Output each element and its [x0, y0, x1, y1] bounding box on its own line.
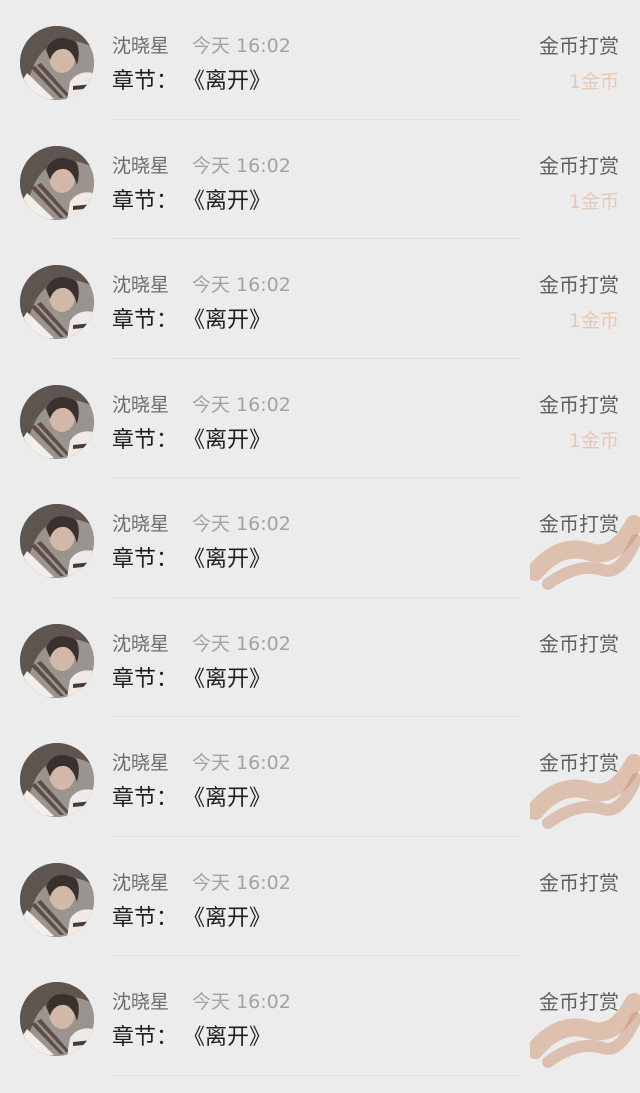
- user-name: 沈晓星: [112, 35, 170, 57]
- user-avatar-image[interactable]: [20, 504, 94, 578]
- chapter-title[interactable]: 《离开》: [194, 786, 271, 811]
- user-avatar-image[interactable]: [20, 265, 94, 339]
- user-name: 沈晓星: [112, 752, 170, 774]
- reward-time: 今天 16:02: [192, 991, 291, 1013]
- chapter-label: 章节：: [112, 1025, 179, 1050]
- chapter-title[interactable]: 《离开》: [194, 906, 271, 931]
- chapter-info: 章节： 《离开》: [112, 546, 271, 574]
- reward-list: 沈晓星 今天 16:02 章节： 《离开》 金币打赏 1金币 沈晓星 今天 16:…: [0, 0, 640, 1093]
- chapter-info: 章节： 《离开》: [112, 188, 271, 216]
- chapter-info: 章节： 《离开》: [112, 68, 271, 96]
- reward-amount: 1金币: [568, 71, 619, 93]
- reward-type: 金币打赏: [539, 273, 619, 297]
- chapter-title[interactable]: 《离开》: [194, 308, 271, 333]
- list-item[interactable]: 沈晓星 今天 16:02 章节： 《离开》 金币打赏 1金币: [0, 239, 640, 359]
- list-item[interactable]: 沈晓星 今天 16:02 章节： 《离开》 金币打赏: [0, 598, 640, 717]
- reward-type: 金币打赏: [539, 153, 619, 178]
- chapter-info: 章节： 《离开》: [112, 307, 271, 335]
- chapter-title[interactable]: 《离开》: [194, 547, 271, 572]
- chapter-label: 章节：: [112, 427, 179, 453]
- user-avatar-image[interactable]: [20, 862, 94, 937]
- user-name: 沈晓星: [112, 871, 170, 894]
- reward-amount: 1金币: [568, 190, 619, 213]
- user-name: 沈晓星: [112, 274, 170, 296]
- reward-type: 金币打赏: [539, 751, 619, 775]
- reward-time: 今天 16:02: [192, 513, 291, 535]
- user-avatar-image[interactable]: [20, 26, 94, 100]
- user-avatar-image[interactable]: [20, 743, 94, 817]
- chapter-label: 章节：: [112, 69, 179, 94]
- chapter-label: 章节：: [112, 786, 179, 811]
- list-item[interactable]: 沈晓星 今天 16:02 章节： 《离开》 金币打赏 1金币: [0, 359, 640, 478]
- user-name: 沈晓星: [112, 393, 170, 416]
- reward-time: 今天 16:02: [192, 35, 291, 57]
- list-item[interactable]: 沈晓星 今天 16:02 章节： 《离开》 金币打赏 1金币: [0, 120, 640, 239]
- user-avatar-image[interactable]: [20, 623, 94, 698]
- reward-type: 金币打赏: [539, 870, 619, 895]
- chapter-title[interactable]: 《离开》: [194, 667, 271, 692]
- chapter-info: 章节： 《离开》: [112, 905, 271, 933]
- reward-amount: 1金币: [568, 429, 619, 452]
- user-name: 沈晓星: [112, 513, 170, 535]
- chapter-label: 章节：: [112, 188, 179, 214]
- reward-time: 今天 16:02: [192, 393, 291, 416]
- reward-type: 金币打赏: [539, 34, 619, 58]
- reward-type: 金币打赏: [539, 990, 619, 1014]
- user-avatar-image[interactable]: [20, 384, 94, 459]
- user-name: 沈晓星: [112, 991, 170, 1013]
- user-avatar-image[interactable]: [20, 982, 94, 1056]
- chapter-title[interactable]: 《离开》: [194, 428, 271, 453]
- divider: [112, 1074, 520, 1076]
- chapter-title[interactable]: 《离开》: [194, 189, 271, 214]
- list-item[interactable]: 沈晓星 今天 16:02 章节： 《离开》 金币打赏 1金币: [0, 0, 640, 120]
- chapter-title[interactable]: 《离开》: [194, 1025, 271, 1050]
- reward-time: 今天 16:02: [192, 871, 291, 894]
- chapter-label: 章节：: [112, 547, 179, 572]
- reward-time: 今天 16:02: [192, 274, 291, 296]
- reward-time: 今天 16:02: [192, 752, 291, 774]
- reward-amount: 1金币: [568, 310, 619, 332]
- chapter-info: 章节： 《离开》: [112, 666, 271, 694]
- reward-type: 金币打赏: [539, 512, 619, 536]
- user-name: 沈晓星: [112, 154, 170, 177]
- chapter-label: 章节：: [112, 666, 179, 692]
- chapter-info: 章节： 《离开》: [112, 785, 271, 813]
- user-name: 沈晓星: [112, 632, 170, 655]
- reward-type: 金币打赏: [539, 392, 619, 417]
- chapter-info: 章节： 《离开》: [112, 1024, 271, 1052]
- chapter-info: 章节： 《离开》: [112, 427, 271, 455]
- list-item[interactable]: 沈晓星 今天 16:02 章节： 《离开》 金币打赏: [0, 478, 640, 598]
- list-item[interactable]: 沈晓星 今天 16:02 章节： 《离开》 金币打赏: [0, 837, 640, 956]
- user-avatar-image[interactable]: [20, 145, 94, 220]
- list-item[interactable]: 沈晓星 今天 16:02 章节： 《离开》 金币打赏: [0, 717, 640, 837]
- chapter-label: 章节：: [112, 905, 179, 931]
- chapter-label: 章节：: [112, 308, 179, 333]
- list-item[interactable]: 沈晓星 今天 16:02 章节： 《离开》 金币打赏: [0, 956, 640, 1076]
- chapter-title[interactable]: 《离开》: [194, 69, 271, 94]
- reward-type: 金币打赏: [539, 631, 619, 656]
- reward-time: 今天 16:02: [192, 632, 291, 655]
- reward-time: 今天 16:02: [192, 154, 291, 177]
